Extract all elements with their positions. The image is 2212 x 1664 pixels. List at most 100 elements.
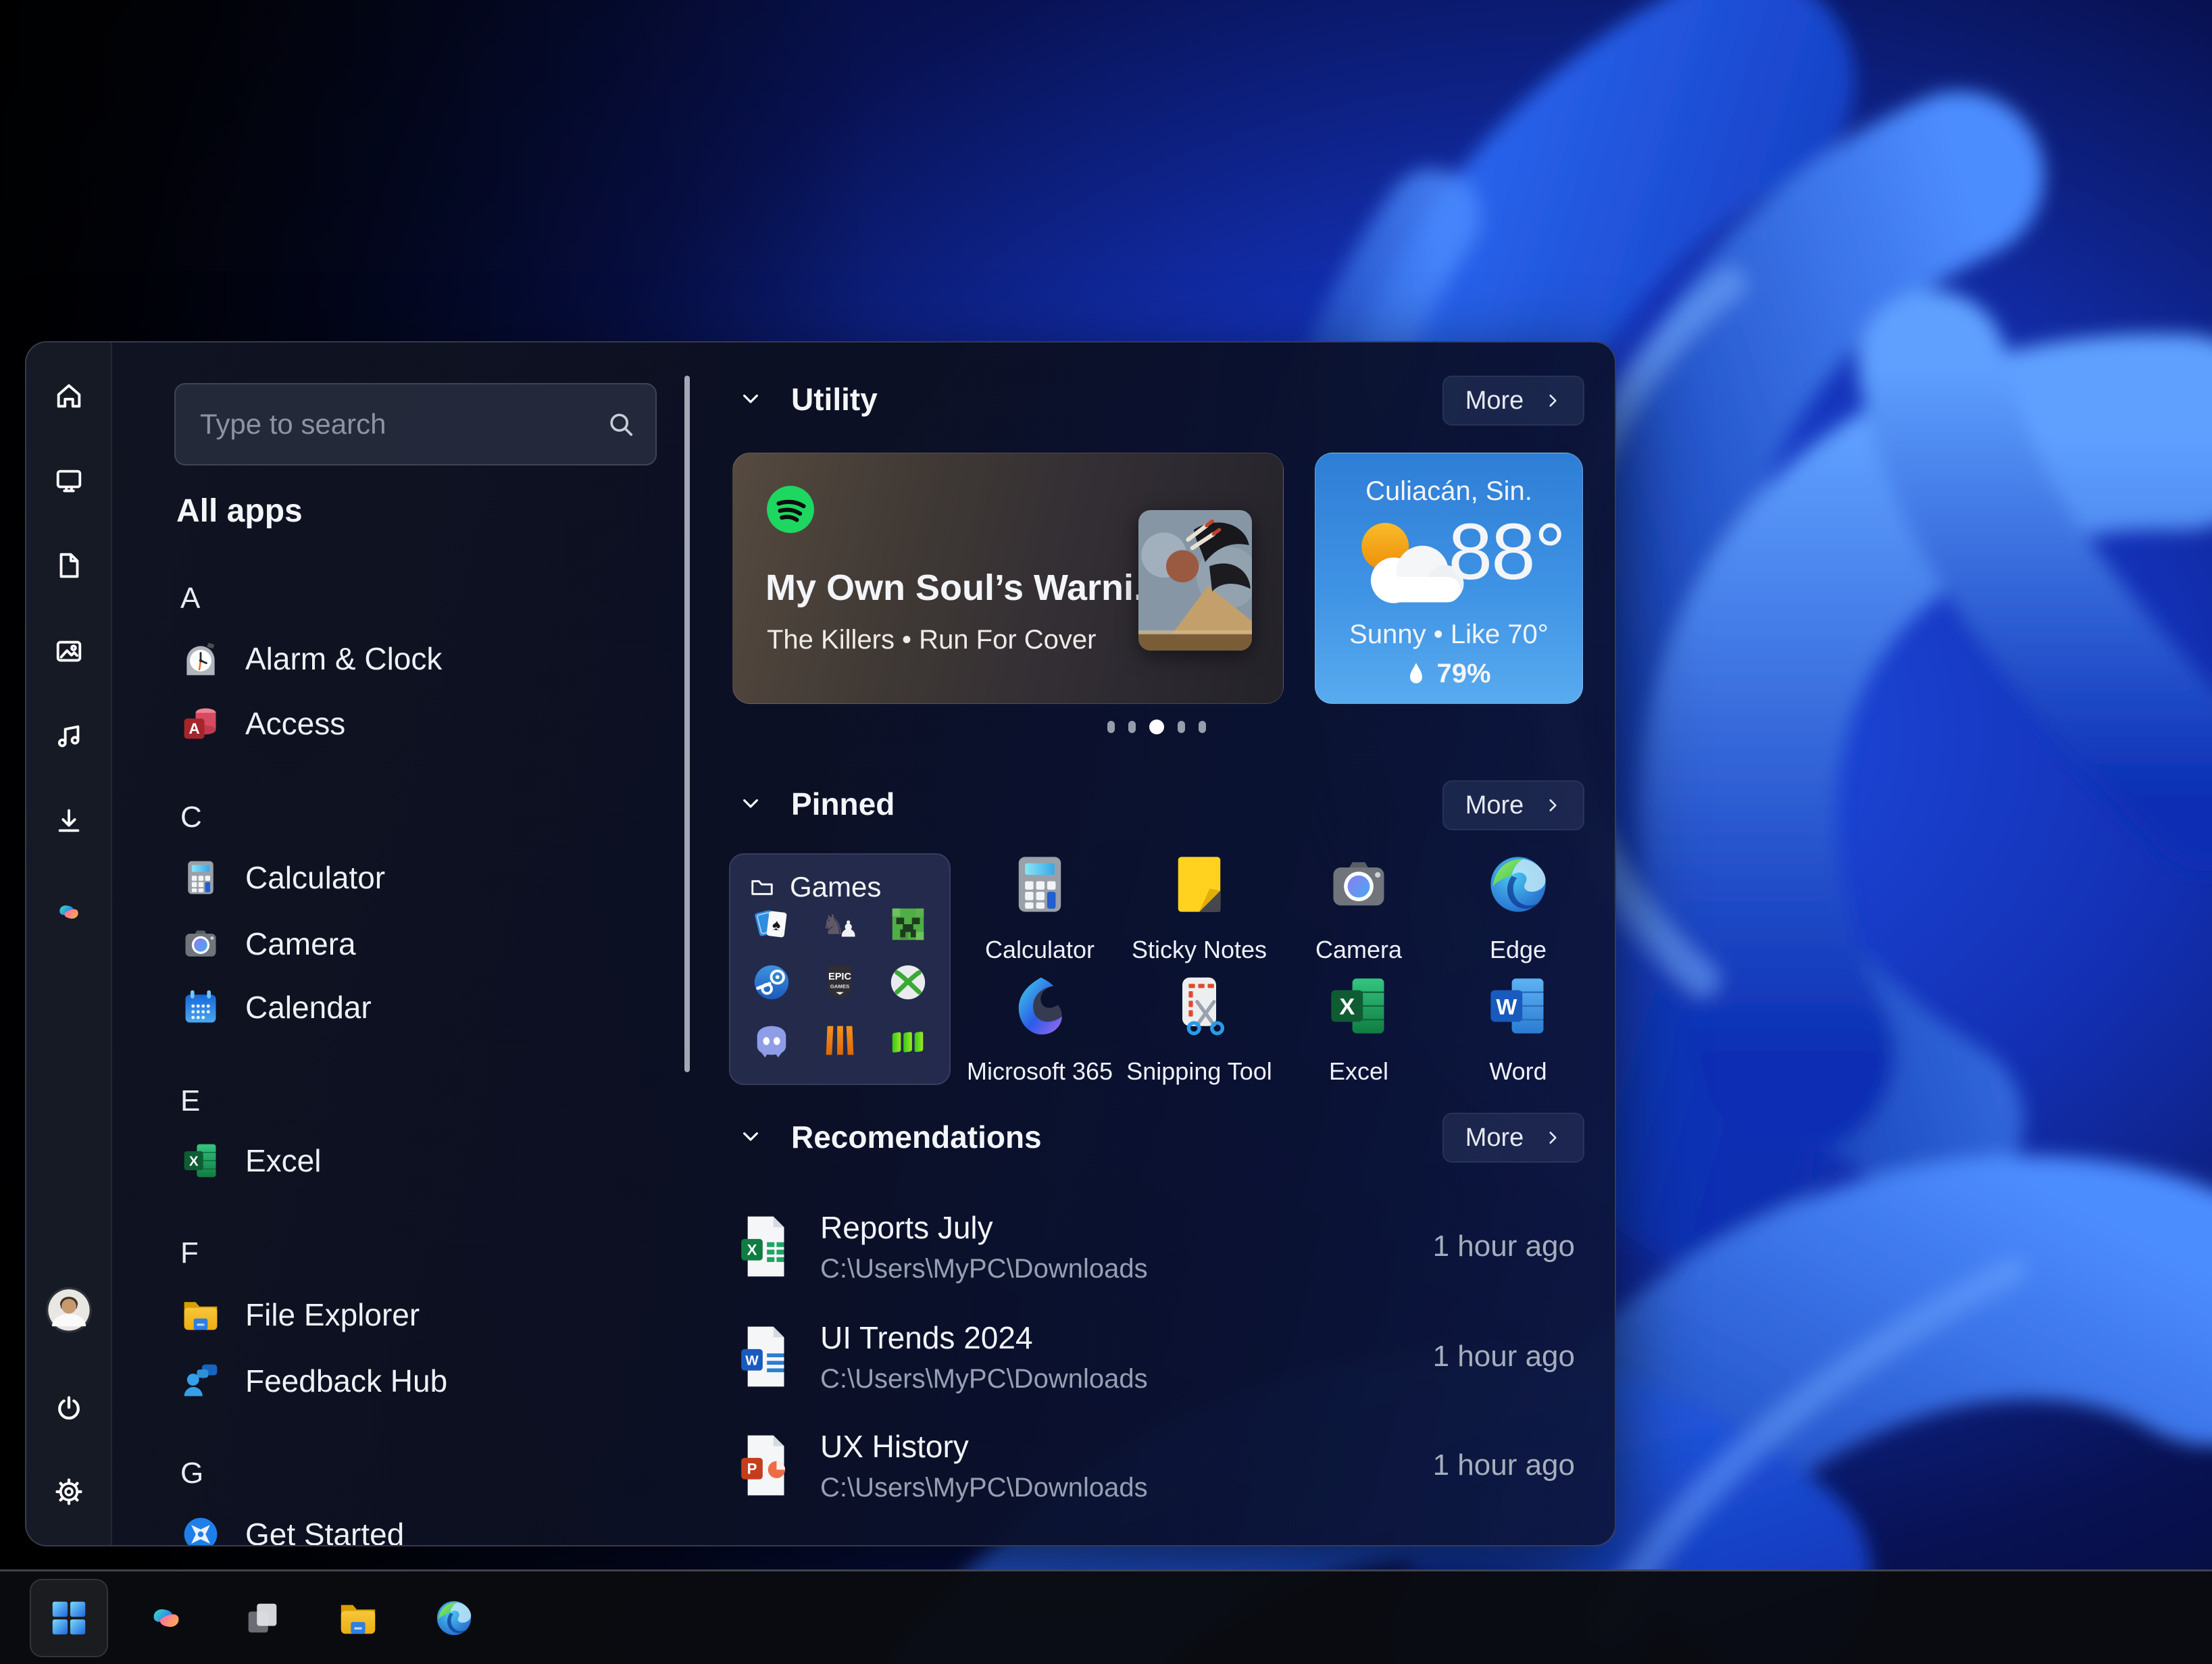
pinned-tile-excel[interactable]: Excel [1291, 972, 1426, 1086]
rail-music-button[interactable] [45, 712, 93, 759]
app-item-alarm-clock[interactable]: Alarm & Clock [180, 626, 647, 691]
app-item-calendar[interactable]: Calendar [180, 975, 647, 1040]
windows-logo-icon [48, 1597, 90, 1639]
weather-temperature: 88° [1449, 506, 1565, 598]
page-dot[interactable] [1107, 721, 1115, 733]
weather-condition: Sunny • Like 70° [1315, 620, 1582, 650]
settings-icon [53, 1476, 84, 1507]
chevron-down-icon[interactable] [740, 793, 761, 815]
minecraft-icon[interactable] [887, 903, 929, 945]
chevron-down-icon[interactable] [740, 1126, 761, 1148]
section-letter-g: G [180, 1457, 203, 1490]
all-apps-title: All apps [176, 493, 303, 530]
powerpoint-file-icon [739, 1433, 790, 1498]
pinned-tile-edge[interactable]: Edge [1451, 851, 1586, 964]
pinned-tile-word[interactable]: Word [1451, 972, 1586, 1086]
pinned-tile-camera[interactable]: Camera [1291, 851, 1426, 964]
page-dot[interactable] [1128, 721, 1136, 733]
rail-documents-button[interactable] [45, 542, 93, 589]
power-icon [53, 1393, 84, 1424]
rail-copilot-button[interactable] [45, 888, 93, 936]
taskbar-copilot-button[interactable] [128, 1580, 204, 1656]
media-widget-card[interactable]: My Own Soul’s Warni... The Killers • Run… [732, 453, 1284, 704]
pinned-more-button[interactable]: More [1442, 780, 1584, 830]
pinned-tile-microsoft-365[interactable]: Microsoft 365 [972, 972, 1107, 1086]
taskbar-edge-button[interactable] [416, 1580, 492, 1656]
taskbar-file-explorer-button[interactable] [320, 1580, 396, 1656]
utility-section-title: Utility [791, 381, 878, 418]
calendar-icon [180, 987, 221, 1028]
start-menu-panel: All apps A Alarm & Clock Access C Calcul… [25, 341, 1616, 1546]
weather-widget-card[interactable]: Culiacán, Sin. 88° Sunny • Like 70° 79% [1315, 453, 1583, 704]
file-explorer-icon [337, 1597, 379, 1639]
media-subtitle: The Killers • Run For Cover [767, 625, 1096, 655]
games-folder-tile[interactable]: Games [729, 853, 951, 1085]
green-tiles-icon[interactable] [887, 1019, 929, 1061]
app-label: Camera [245, 926, 356, 962]
solitaire-icon[interactable] [751, 903, 793, 945]
search-input[interactable] [176, 384, 655, 464]
desktop: All apps A Alarm & Clock Access C Calcul… [0, 0, 2212, 1664]
recommended-item-ui-trends-2024[interactable]: UI Trends 2024 C:\Users\MyPC\Downloads 1… [732, 1311, 1582, 1403]
rec-title: UX History [820, 1428, 1433, 1465]
recommendations-section-header: Recomendations [740, 1119, 1042, 1155]
user-avatar [45, 1280, 93, 1340]
app-item-calculator[interactable]: Calculator [180, 845, 647, 910]
tile-label: Sticky Notes [1132, 936, 1267, 964]
excel-icon [180, 1140, 221, 1181]
utility-more-button[interactable]: More [1442, 376, 1584, 426]
rail-settings-button[interactable] [45, 1468, 93, 1515]
folder-icon [749, 874, 775, 900]
home-icon [53, 380, 84, 411]
section-letter-a: A [180, 582, 200, 615]
word-icon [1484, 972, 1552, 1040]
search-icon [605, 409, 636, 440]
app-item-excel[interactable]: Excel [180, 1128, 647, 1193]
app-label: File Explorer [245, 1296, 420, 1333]
discord-icon[interactable] [751, 1019, 793, 1061]
rail-pictures-button[interactable] [45, 628, 93, 675]
xbox-icon[interactable] [887, 961, 929, 1003]
recommended-item-reports-july[interactable]: Reports July C:\Users\MyPC\Downloads 1 h… [732, 1201, 1582, 1292]
pinned-tile-sticky-notes[interactable]: Sticky Notes [1132, 851, 1267, 964]
page-dot[interactable] [1199, 721, 1206, 733]
recommended-item-ux-history[interactable]: UX History C:\Users\MyPC\Downloads 1 hou… [732, 1419, 1582, 1511]
chevron-down-icon[interactable] [740, 388, 761, 410]
app-item-feedback-hub[interactable]: Feedback Hub [180, 1348, 647, 1413]
tile-label: Microsoft 365 [967, 1057, 1113, 1086]
app-label: Calculator [245, 859, 385, 896]
recommendations-more-button[interactable]: More [1442, 1113, 1584, 1163]
tile-label: Edge [1490, 936, 1547, 964]
pinned-tile-calculator[interactable]: Calculator [972, 851, 1107, 964]
rail-desktop-button[interactable] [45, 457, 93, 505]
taskbar-task-view-button[interactable] [224, 1580, 300, 1656]
rec-title: Reports July [820, 1209, 1433, 1246]
epic-games-icon[interactable] [819, 961, 861, 1003]
camera-icon [1325, 851, 1392, 918]
rail-power-button[interactable] [45, 1385, 93, 1432]
app-label: Access [245, 705, 345, 742]
pinned-tile-snipping-tool[interactable]: Snipping Tool [1132, 972, 1267, 1086]
section-letter-f: F [180, 1236, 199, 1270]
app-item-file-explorer[interactable]: File Explorer [180, 1282, 647, 1347]
access-icon [180, 703, 221, 744]
app-label: Calendar [245, 989, 372, 1026]
chess-icon[interactable] [819, 903, 861, 945]
page-dot[interactable] [1178, 721, 1185, 733]
black-ops-3-icon[interactable] [819, 1019, 861, 1061]
rail-downloads-button[interactable] [45, 797, 93, 844]
rail-home-button[interactable] [45, 372, 93, 420]
rail-user-avatar[interactable] [45, 1286, 93, 1334]
start-button[interactable] [30, 1579, 108, 1657]
app-item-get-started[interactable]: Get Started [180, 1502, 647, 1546]
calculator-icon [1006, 851, 1074, 918]
app-item-camera[interactable]: Camera [180, 911, 647, 976]
section-letter-e: E [180, 1084, 200, 1118]
app-list-scrollbar[interactable] [684, 376, 690, 1072]
feedback-hub-icon [180, 1361, 221, 1401]
weather-humidity: 79% [1315, 659, 1582, 689]
app-item-access[interactable]: Access [180, 691, 647, 756]
steam-icon[interactable] [751, 961, 793, 1003]
app-label: Feedback Hub [245, 1363, 447, 1399]
page-dot-active[interactable] [1149, 720, 1164, 734]
